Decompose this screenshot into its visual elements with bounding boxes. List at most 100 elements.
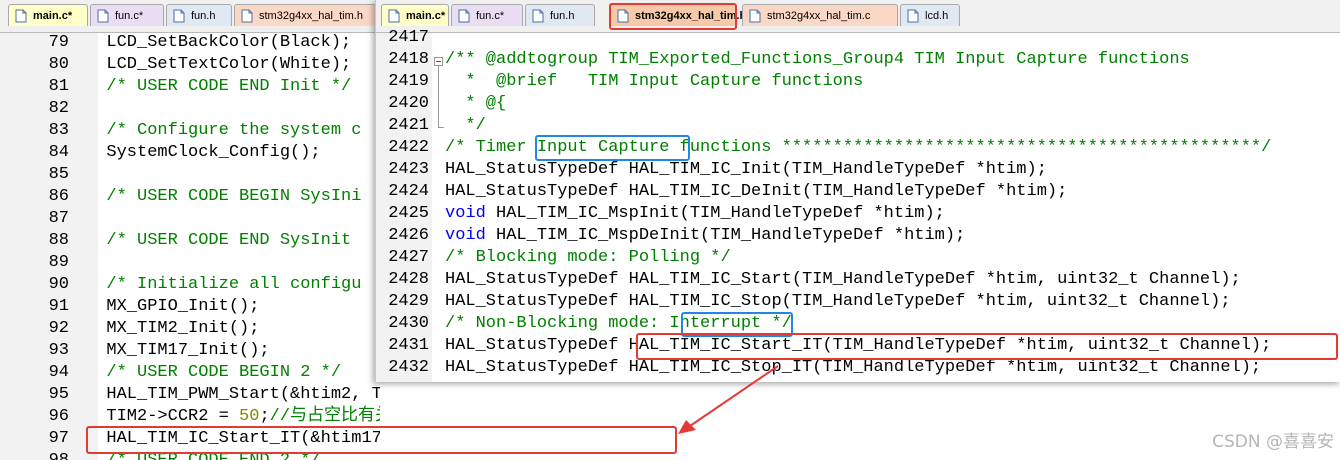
code-line[interactable]: void HAL_TIM_IC_MspDeInit(TIM_HandleType… <box>445 225 965 247</box>
code-line[interactable]: LCD_SetBackColor(Black); <box>86 32 351 54</box>
code-line[interactable]: */ <box>445 115 485 137</box>
code-line[interactable]: HAL_StatusTypeDef HAL_TIM_IC_Start(TIM_H… <box>445 269 1241 291</box>
right-tab-fun-h[interactable]: fun.h <box>525 4 595 26</box>
tab-label: fun.c* <box>115 10 144 22</box>
code-line[interactable]: /* Blocking mode: Polling */ <box>445 247 731 269</box>
start-it-call-highlight <box>86 426 677 454</box>
line-number: 86 <box>48 187 69 206</box>
code-line[interactable]: MX_GPIO_Init(); <box>86 296 259 318</box>
line-number: 90 <box>48 275 69 294</box>
line-number: 2420 <box>388 94 429 113</box>
line-number: 89 <box>48 253 69 272</box>
code-line[interactable]: /** @addtogroup TIM_Exported_Functions_G… <box>445 49 1190 71</box>
fold-toggle-icon[interactable] <box>434 57 443 66</box>
line-number: 83 <box>48 121 69 140</box>
line-number: 2431 <box>388 336 429 355</box>
line-number: 2417 <box>388 28 429 47</box>
line-number: 2427 <box>388 248 429 267</box>
line-number: 2429 <box>388 292 429 311</box>
line-number: 93 <box>48 341 69 360</box>
tab-label: main.c* <box>406 10 446 22</box>
tab-label: fun.h <box>550 10 575 22</box>
line-number: 97 <box>48 429 69 448</box>
left-tab-fun-h[interactable]: fun.h <box>166 4 232 26</box>
right-tab-stm32g4xx-hal-tim-c[interactable]: stm32g4xx_hal_tim.c <box>742 4 898 26</box>
tab-label: stm32g4xx_hal_tim.h <box>259 10 363 22</box>
left-tab-stm32g4xx-hal-tim-h[interactable]: stm32g4xx_hal_tim.h <box>234 4 376 26</box>
line-number: 2432 <box>388 358 429 377</box>
line-number: 2425 <box>388 204 429 223</box>
file-icon <box>15 9 27 23</box>
tab-label: stm32g4xx_hal_tim.c <box>767 10 871 22</box>
tab-label: fun.c* <box>476 10 505 22</box>
code-line[interactable]: /* USER CODE END Init */ <box>86 76 351 98</box>
code-line[interactable]: MX_TIM17_Init(); <box>86 340 269 362</box>
code-line[interactable]: /* Configure the system c <box>86 120 361 142</box>
line-number: 88 <box>48 231 69 250</box>
main-c-editor[interactable]: main.c* fun.c* fun.h stm32g4xx_hal_tim.h 79… <box>0 0 380 460</box>
code-line[interactable]: /* USER CODE BEGIN SysIni <box>86 186 361 208</box>
file-icon <box>749 9 761 23</box>
start-it-declaration-highlight <box>636 333 1338 360</box>
line-number: 87 <box>48 209 69 228</box>
code-line[interactable]: /* USER CODE END SysInit <box>86 230 351 252</box>
line-number: 95 <box>48 385 69 404</box>
tab-label: lcd.h <box>925 10 949 22</box>
left-tab-bar: main.c* fun.c* fun.h stm32g4xx_hal_tim.h <box>0 0 380 33</box>
line-number: 98 <box>0 450 69 460</box>
line-number: 84 <box>48 143 69 162</box>
code-line[interactable]: HAL_StatusTypeDef HAL_TIM_IC_DeInit(TIM_… <box>445 181 1067 203</box>
line-number: 2418 <box>388 50 429 69</box>
file-icon <box>97 9 109 23</box>
file-icon <box>388 9 400 23</box>
code-line[interactable]: void HAL_TIM_IC_MspInit(TIM_HandleTypeDe… <box>445 203 945 225</box>
line-number: 2419 <box>388 72 429 91</box>
left-tab-main-c[interactable]: main.c* <box>8 4 88 26</box>
input-capture-highlight <box>535 135 690 161</box>
line-number: 2430 <box>388 314 429 333</box>
line-number: 94 <box>48 363 69 382</box>
code-line[interactable]: LCD_SetTextColor(White); <box>86 54 351 76</box>
right-tab-lcd-h[interactable]: lcd.h <box>900 4 960 26</box>
line-number: 2424 <box>388 182 429 201</box>
line-number: 2423 <box>388 160 429 179</box>
file-icon <box>241 9 253 23</box>
line-number: 96 <box>48 407 69 426</box>
code-line[interactable]: /* Initialize all configu <box>86 274 361 296</box>
line-number: 81 <box>48 77 69 96</box>
line-number: 79 <box>48 33 69 52</box>
line-number: 91 <box>48 297 69 316</box>
code-line[interactable]: SystemClock_Config(); <box>86 142 320 164</box>
code-line[interactable]: TIM2->CCR2 = 50;//与占空比有关 <box>86 406 380 428</box>
code-line[interactable]: MX_TIM2_Init(); <box>86 318 259 340</box>
tab-label: fun.h <box>191 10 216 22</box>
line-number: 2422 <box>388 138 429 157</box>
right-tab-fun-c[interactable]: fun.c* <box>451 4 523 26</box>
left-tab-fun-c[interactable]: fun.c* <box>90 4 164 26</box>
code-line[interactable]: HAL_StatusTypeDef HAL_TIM_IC_Init(TIM_Ha… <box>445 159 1047 181</box>
code-line[interactable]: /* USER CODE BEGIN 2 */ <box>86 362 341 384</box>
file-icon <box>907 9 919 23</box>
file-icon <box>458 9 470 23</box>
hal-tim-h-editor[interactable]: main.c* fun.c* fun.h stm32g4xx_hal_tim.h stm… <box>375 0 1340 382</box>
code-line[interactable]: * @brief TIM Input Capture functions <box>445 71 863 93</box>
active-tab-highlight <box>609 3 737 30</box>
code-line[interactable]: HAL_StatusTypeDef HAL_TIM_IC_Stop(TIM_Ha… <box>445 291 1231 313</box>
line-number: 92 <box>48 319 69 338</box>
right-tab-bar: main.c* fun.c* fun.h stm32g4xx_hal_tim.h stm… <box>376 0 1340 33</box>
line-number: 2421 <box>388 116 429 135</box>
line-number: 80 <box>48 55 69 74</box>
watermark: CSDN @喜喜安 <box>1212 432 1334 452</box>
file-icon <box>532 9 544 23</box>
right-tab-main-c[interactable]: main.c* <box>381 4 449 26</box>
code-line[interactable]: HAL_TIM_PWM_Start(&htim2, TIM_CHANNEL_2)… <box>86 384 380 406</box>
tab-label: main.c* <box>33 10 73 22</box>
code-line[interactable]: HAL_StatusTypeDef HAL_TIM_IC_Stop_IT(TIM… <box>445 357 1261 379</box>
fold-guide-end <box>438 127 444 128</box>
code-line[interactable]: * @{ <box>445 93 506 115</box>
line-number: 2426 <box>388 226 429 245</box>
line-number: 82 <box>48 99 69 118</box>
line-number: 2428 <box>388 270 429 289</box>
fold-guide <box>438 66 439 128</box>
line-number: 85 <box>48 165 69 184</box>
